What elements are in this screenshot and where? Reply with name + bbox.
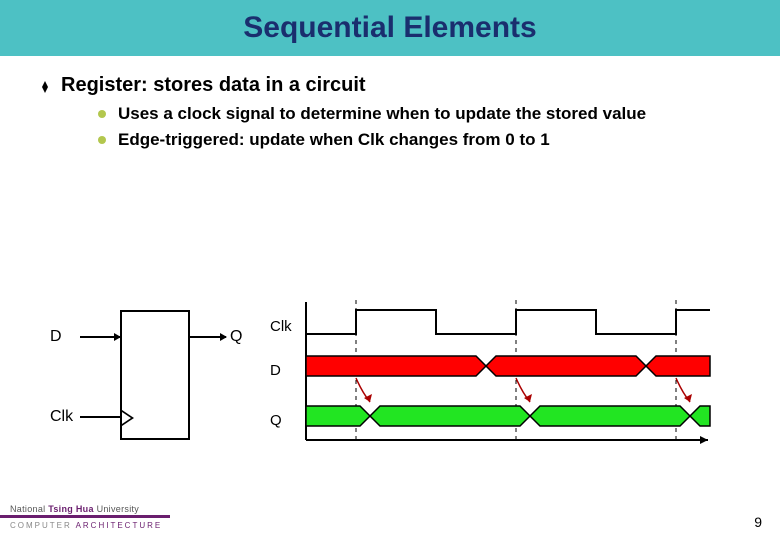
register-clk-wire: [80, 416, 120, 418]
sub-bullet-text: Uses a clock signal to determine when to…: [118, 103, 646, 125]
register-box: [120, 310, 190, 440]
diamond-bullet-icon: [40, 78, 49, 96]
timing-svg: [300, 300, 720, 450]
timing-diagram: Clk D Q: [300, 300, 720, 450]
sub-bullet-list: Uses a clock signal to determine when to…: [98, 103, 740, 151]
content-area: Register: stores data in a circuit Uses …: [0, 56, 780, 151]
register-clk-label: Clk: [50, 408, 73, 426]
footer-uni-main: Tsing Hua: [48, 504, 94, 514]
register-q-label: Q: [230, 328, 242, 346]
footer-divider: [0, 515, 170, 518]
page-number: 9: [754, 514, 762, 530]
sub-bullet-row: Edge-triggered: update when Clk changes …: [98, 129, 740, 151]
timing-q-label: Q: [270, 412, 282, 429]
timing-d-waveform: [306, 356, 710, 376]
timing-clk-label: Clk: [270, 318, 292, 335]
footer-uni-prefix: National: [10, 504, 48, 514]
register-d-label: D: [50, 328, 62, 346]
dot-bullet-icon: [98, 136, 106, 144]
register-d-wire: [80, 336, 120, 338]
sub-bullet-row: Uses a clock signal to determine when to…: [98, 103, 740, 125]
register-q-wire: [190, 336, 226, 338]
dot-bullet-icon: [98, 110, 106, 118]
footer-dept-b: ARCHITECTURE: [76, 521, 163, 530]
timing-d-label: D: [270, 362, 281, 379]
main-bullet-text: Register: stores data in a circuit: [61, 74, 366, 97]
footer: National Tsing Hua University COMPUTER A…: [0, 496, 780, 540]
footer-department: COMPUTER ARCHITECTURE: [10, 521, 162, 530]
clock-edge-icon: [122, 410, 134, 426]
footer-dept-a: COMPUTER: [10, 521, 72, 530]
main-bullet-row: Register: stores data in a circuit: [40, 74, 740, 97]
diagram-area: D Clk Q Clk D Q: [50, 300, 730, 460]
timing-q-waveform: [306, 406, 710, 426]
title-bar: Sequential Elements: [0, 0, 780, 56]
sub-bullet-text: Edge-triggered: update when Clk changes …: [118, 129, 550, 151]
footer-university: National Tsing Hua University: [10, 504, 139, 514]
slide-title: Sequential Elements: [243, 11, 536, 45]
edge-arrows: [356, 378, 692, 402]
footer-uni-suffix: University: [94, 504, 139, 514]
